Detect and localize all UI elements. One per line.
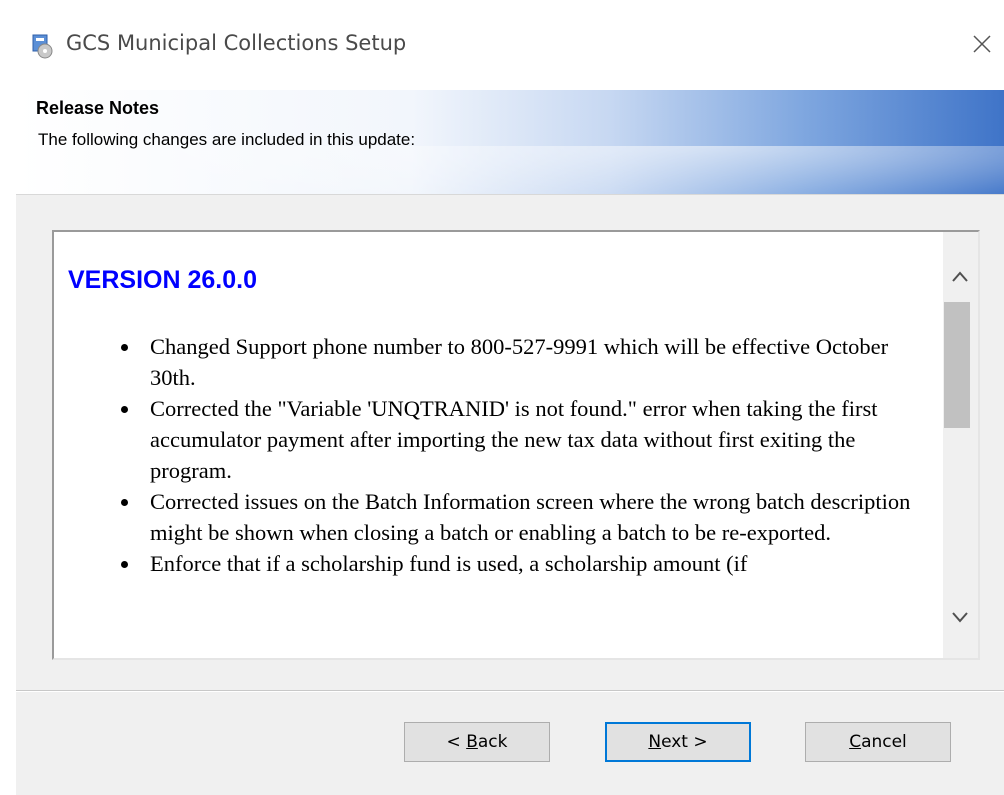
footer-divider-highlight — [16, 691, 1004, 692]
window-title: GCS Municipal Collections Setup — [66, 31, 407, 55]
banner-title: Release Notes — [36, 98, 160, 118]
setup-installer-icon — [32, 34, 53, 59]
back-button-mnemonic: B — [466, 732, 478, 752]
close-icon[interactable] — [964, 26, 1000, 62]
back-button-rest: ack — [477, 732, 508, 752]
vertical-scrollbar[interactable] — [943, 232, 978, 658]
next-button[interactable]: Next > — [605, 722, 751, 762]
list-item: Changed Support phone number to 800-527-… — [121, 331, 938, 393]
cancel-button-rest: ancel — [861, 732, 907, 752]
scroll-up-icon[interactable] — [943, 262, 978, 292]
back-button[interactable]: < Back — [404, 722, 550, 762]
list-item: Corrected the "Variable 'UNQTRANID' is n… — [121, 393, 938, 486]
window-left-edge — [0, 90, 16, 795]
list-item: Enforce that if a scholarship fund is us… — [121, 548, 938, 579]
banner-subtitle: The following changes are included in th… — [38, 130, 416, 149]
next-button-mnemonic: N — [648, 732, 662, 752]
release-notes-content: VERSION 26.0.0 Changed Support phone num… — [68, 266, 938, 579]
title-bar: GCS Municipal Collections Setup — [0, 0, 1004, 90]
scroll-thumb[interactable] — [944, 302, 970, 428]
scroll-down-icon[interactable] — [943, 602, 978, 632]
banner-divider — [16, 194, 1004, 195]
back-button-prefix: < — [446, 732, 467, 752]
cancel-button[interactable]: Cancel — [805, 722, 951, 762]
list-item: Corrected issues on the Batch Informatio… — [121, 486, 938, 548]
setup-window: GCS Municipal Collections Setup Release … — [0, 0, 1004, 795]
header-banner: Release Notes The following changes are … — [16, 90, 1004, 195]
release-notes-box[interactable]: VERSION 26.0.0 Changed Support phone num… — [52, 230, 980, 660]
next-button-rest: ext > — [661, 732, 708, 752]
cancel-button-mnemonic: C — [849, 732, 862, 752]
version-heading: VERSION 26.0.0 — [68, 266, 257, 294]
release-notes-list: Changed Support phone number to 800-527-… — [68, 331, 938, 579]
